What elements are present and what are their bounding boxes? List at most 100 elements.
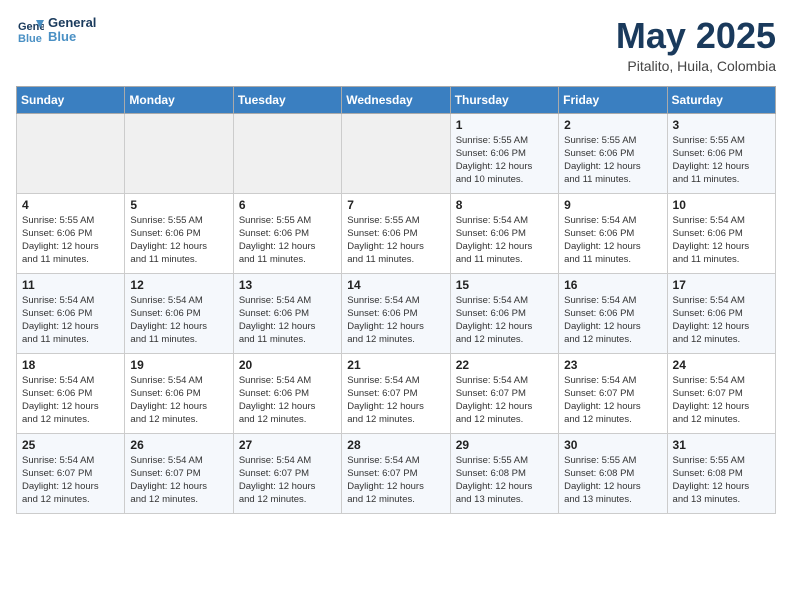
day-number: 12 — [130, 278, 227, 292]
calendar-week-row: 25Sunrise: 5:54 AM Sunset: 6:07 PM Dayli… — [17, 433, 776, 513]
day-detail: Sunrise: 5:55 AM Sunset: 6:06 PM Dayligh… — [130, 214, 227, 267]
day-detail: Sunrise: 5:55 AM Sunset: 6:08 PM Dayligh… — [673, 454, 770, 507]
day-number: 10 — [673, 198, 770, 212]
day-number: 13 — [239, 278, 336, 292]
day-detail: Sunrise: 5:55 AM Sunset: 6:08 PM Dayligh… — [564, 454, 661, 507]
weekday-header: Saturday — [667, 86, 775, 113]
calendar-cell: 26Sunrise: 5:54 AM Sunset: 6:07 PM Dayli… — [125, 433, 233, 513]
calendar-cell: 21 Sunrise: 5:54 AM Sunset: 6:07 PM Dayli… — [342, 353, 450, 433]
weekday-header: Monday — [125, 86, 233, 113]
day-number: 7 — [347, 198, 444, 212]
day-detail: Sunrise: 5:54 AM Sunset: 6:06 PM Dayligh… — [347, 294, 444, 347]
day-number: 14 — [347, 278, 444, 292]
day-number: 18 — [22, 358, 119, 372]
day-detail: Sunrise: 5:54 AM Sunset: 6:07 PM Dayligh… — [22, 454, 119, 507]
day-number: 30 — [564, 438, 661, 452]
calendar-cell: 22Sunrise: 5:54 AM Sunset: 6:07 PM Dayli… — [450, 353, 558, 433]
calendar-cell: 4 Sunrise: 5:55 AM Sunset: 6:06 PM Daylig… — [17, 193, 125, 273]
day-number: 28 — [347, 438, 444, 452]
day-number: 29 — [456, 438, 553, 452]
weekday-header: Sunday — [17, 86, 125, 113]
day-detail: Sunrise: 5:55 AM Sunset: 6:06 PM Dayligh… — [673, 134, 770, 187]
calendar-cell: 28 Sunrise: 5:54 AM Sunset: 6:07 PM Dayli… — [342, 433, 450, 513]
day-number: 11 — [22, 278, 119, 292]
calendar-week-row: 18 Sunrise: 5:54 AM Sunset: 6:06 PM Dayli… — [17, 353, 776, 433]
calendar-cell — [125, 113, 233, 193]
calendar-cell: 31Sunrise: 5:55 AM Sunset: 6:08 PM Dayli… — [667, 433, 775, 513]
svg-text:Blue: Blue — [18, 33, 42, 44]
calendar-cell: 14 Sunrise: 5:54 AM Sunset: 6:06 PM Dayli… — [342, 273, 450, 353]
calendar-subtitle: Pitalito, Huila, Colombia — [616, 58, 776, 74]
weekday-header: Wednesday — [342, 86, 450, 113]
day-number: 2 — [564, 118, 661, 132]
calendar-cell — [342, 113, 450, 193]
day-detail: Sunrise: 5:54 AM Sunset: 6:06 PM Dayligh… — [22, 294, 119, 347]
day-detail: Sunrise: 5:54 AM Sunset: 6:06 PM Dayligh… — [239, 374, 336, 427]
weekday-row: SundayMondayTuesdayWednesdayThursdayFrid… — [17, 86, 776, 113]
day-detail: Sunrise: 5:55 AM Sunset: 6:06 PM Dayligh… — [347, 214, 444, 267]
day-detail: Sunrise: 5:54 AM Sunset: 6:07 PM Dayligh… — [673, 374, 770, 427]
day-number: 19 — [130, 358, 227, 372]
day-detail: Sunrise: 5:54 AM Sunset: 6:07 PM Dayligh… — [130, 454, 227, 507]
day-detail: Sunrise: 5:55 AM Sunset: 6:08 PM Dayligh… — [456, 454, 553, 507]
calendar-body: 1 Sunrise: 5:55 AM Sunset: 6:06 PM Daylig… — [17, 113, 776, 513]
calendar-cell: 10 Sunrise: 5:54 AM Sunset: 6:06 PM Dayli… — [667, 193, 775, 273]
logo-line2: Blue — [48, 30, 96, 44]
calendar-title: May 2025 — [616, 16, 776, 56]
day-detail: Sunrise: 5:54 AM Sunset: 6:07 PM Dayligh… — [239, 454, 336, 507]
calendar-cell: 15 Sunrise: 5:54 AM Sunset: 6:06 PM Dayli… — [450, 273, 558, 353]
day-number: 27 — [239, 438, 336, 452]
calendar-cell: 3 Sunrise: 5:55 AM Sunset: 6:06 PM Daylig… — [667, 113, 775, 193]
calendar-cell: 8Sunrise: 5:54 AM Sunset: 6:06 PM Daylig… — [450, 193, 558, 273]
logo: General Blue General Blue — [16, 16, 96, 45]
day-detail: Sunrise: 5:54 AM Sunset: 6:07 PM Dayligh… — [564, 374, 661, 427]
calendar-cell: 25Sunrise: 5:54 AM Sunset: 6:07 PM Dayli… — [17, 433, 125, 513]
calendar-cell: 20Sunrise: 5:54 AM Sunset: 6:06 PM Dayli… — [233, 353, 341, 433]
day-detail: Sunrise: 5:54 AM Sunset: 6:06 PM Dayligh… — [239, 294, 336, 347]
calendar-cell: 17Sunrise: 5:54 AM Sunset: 6:06 PM Dayli… — [667, 273, 775, 353]
calendar-cell: 1 Sunrise: 5:55 AM Sunset: 6:06 PM Daylig… — [450, 113, 558, 193]
day-detail: Sunrise: 5:54 AM Sunset: 6:06 PM Dayligh… — [564, 214, 661, 267]
page-header: General Blue General Blue May 2025 Pital… — [16, 16, 776, 74]
weekday-header: Tuesday — [233, 86, 341, 113]
day-number: 8 — [456, 198, 553, 212]
day-number: 22 — [456, 358, 553, 372]
day-number: 9 — [564, 198, 661, 212]
day-number: 21 — [347, 358, 444, 372]
day-detail: Sunrise: 5:55 AM Sunset: 6:06 PM Dayligh… — [22, 214, 119, 267]
day-number: 3 — [673, 118, 770, 132]
day-number: 16 — [564, 278, 661, 292]
calendar-cell: 2Sunrise: 5:55 AM Sunset: 6:06 PM Daylig… — [559, 113, 667, 193]
calendar-cell — [17, 113, 125, 193]
calendar-cell: 23 Sunrise: 5:54 AM Sunset: 6:07 PM Dayli… — [559, 353, 667, 433]
calendar-cell: 6Sunrise: 5:55 AM Sunset: 6:06 PM Daylig… — [233, 193, 341, 273]
calendar-cell: 11 Sunrise: 5:54 AM Sunset: 6:06 PM Dayli… — [17, 273, 125, 353]
day-number: 6 — [239, 198, 336, 212]
calendar-cell: 16Sunrise: 5:54 AM Sunset: 6:06 PM Dayli… — [559, 273, 667, 353]
calendar-cell: 7 Sunrise: 5:55 AM Sunset: 6:06 PM Daylig… — [342, 193, 450, 273]
day-number: 24 — [673, 358, 770, 372]
calendar-cell: 5Sunrise: 5:55 AM Sunset: 6:06 PM Daylig… — [125, 193, 233, 273]
day-detail: Sunrise: 5:54 AM Sunset: 6:07 PM Dayligh… — [347, 454, 444, 507]
calendar-cell: 18Sunrise: 5:54 AM Sunset: 6:06 PM Dayli… — [17, 353, 125, 433]
day-detail: Sunrise: 5:55 AM Sunset: 6:06 PM Dayligh… — [456, 134, 553, 187]
day-number: 17 — [673, 278, 770, 292]
logo-icon: General Blue — [16, 16, 44, 44]
calendar-week-row: 1 Sunrise: 5:55 AM Sunset: 6:06 PM Daylig… — [17, 113, 776, 193]
calendar-cell: 9 Sunrise: 5:54 AM Sunset: 6:06 PM Daylig… — [559, 193, 667, 273]
day-number: 1 — [456, 118, 553, 132]
calendar-cell: 13 Sunrise: 5:54 AM Sunset: 6:06 PM Dayli… — [233, 273, 341, 353]
day-detail: Sunrise: 5:54 AM Sunset: 6:07 PM Dayligh… — [347, 374, 444, 427]
day-detail: Sunrise: 5:54 AM Sunset: 6:06 PM Dayligh… — [130, 374, 227, 427]
calendar-cell: 27 Sunrise: 5:54 AM Sunset: 6:07 PM Dayli… — [233, 433, 341, 513]
day-detail: Sunrise: 5:54 AM Sunset: 6:06 PM Dayligh… — [456, 294, 553, 347]
calendar-cell: 24 Sunrise: 5:54 AM Sunset: 6:07 PM Dayli… — [667, 353, 775, 433]
day-number: 15 — [456, 278, 553, 292]
day-number: 23 — [564, 358, 661, 372]
day-detail: Sunrise: 5:54 AM Sunset: 6:06 PM Dayligh… — [673, 214, 770, 267]
calendar-cell: 19 Sunrise: 5:54 AM Sunset: 6:06 PM Dayli… — [125, 353, 233, 433]
day-number: 4 — [22, 198, 119, 212]
calendar-table: SundayMondayTuesdayWednesdayThursdayFrid… — [16, 86, 776, 514]
calendar-cell — [233, 113, 341, 193]
day-detail: Sunrise: 5:54 AM Sunset: 6:06 PM Dayligh… — [130, 294, 227, 347]
